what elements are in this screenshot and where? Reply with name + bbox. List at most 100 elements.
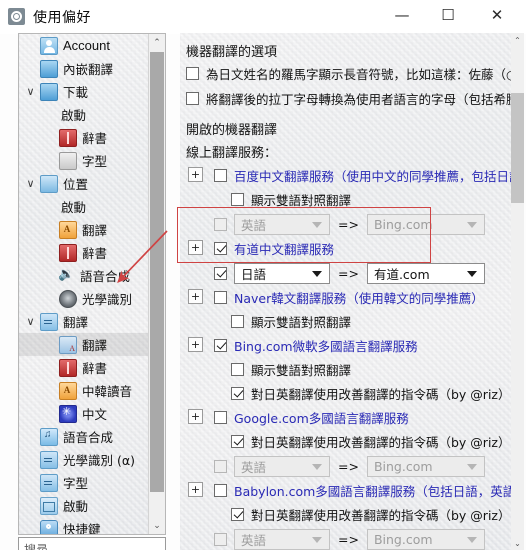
target-service-select[interactable]: Bing.com (366, 456, 485, 477)
sidebar-item-2[interactable]: ∨ 下載 (19, 80, 150, 103)
lang-pair-checkbox[interactable] (214, 533, 227, 546)
sidebar-item-3[interactable]: 啟動 (19, 103, 150, 126)
maximize-button[interactable]: ☐ (425, 0, 471, 31)
sidebar-item-11[interactable]: 光學識別 (19, 287, 150, 310)
expand-service-3[interactable]: + (188, 337, 203, 352)
source-language-select[interactable]: 英語 (234, 529, 330, 550)
checkbox-icon[interactable] (231, 363, 244, 376)
sidebar-item-21[interactable]: 快捷鍵 (19, 517, 150, 534)
service-3-bilingual[interactable]: 顯示雙語對照翻譯 (231, 360, 351, 379)
content-scrollbar-thumb[interactable] (511, 93, 524, 203)
checkbox-icon[interactable] (231, 508, 244, 521)
minimize-button[interactable]: — (379, 0, 425, 31)
service-0[interactable]: 百度中文翻譯服務（使用中文的同學推薦，包括日語，英 (214, 166, 512, 185)
content-scrollbar[interactable]: ⌃ ⌄ (511, 33, 524, 550)
service-0-bilingual[interactable]: 顯示雙語對照翻譯 (231, 190, 351, 209)
grid-icon (40, 473, 58, 492)
service-0-bilingual-label: 顯示雙語對照翻譯 (251, 193, 352, 208)
source-language-select[interactable]: 英語 (234, 456, 330, 477)
lang-pair-checkbox[interactable] (214, 460, 227, 473)
checkbox-icon[interactable] (231, 315, 244, 328)
expand-service-0[interactable]: + (188, 167, 203, 182)
service-3[interactable]: Bing.com微軟多國語言翻譯服務 (214, 336, 418, 355)
spacer-icon (40, 107, 56, 123)
target-service-select[interactable]: Bing.com (366, 529, 485, 550)
sidebar-item-13[interactable]: 翻譯 (19, 333, 150, 356)
sidebar-item-7[interactable]: 啟動 (19, 195, 150, 218)
checkbox-icon[interactable] (214, 339, 227, 352)
sidebar-item-18[interactable]: 光學識別 (α) (19, 448, 150, 471)
lang-pair-checkbox[interactable] (214, 267, 227, 280)
sidebar-item-20[interactable]: 啟動 (19, 494, 150, 517)
checkbox-icon[interactable] (214, 291, 227, 304)
checkbox-icon[interactable] (214, 242, 227, 255)
checkbox-icon[interactable] (186, 92, 199, 105)
sidebar-item-6[interactable]: ∨ 位置 (19, 172, 150, 195)
service-4[interactable]: Google.com多國語言翻譯服務 (214, 408, 409, 427)
service-3-riz-script-label: 對日英翻譯使用改善翻譯的指令碼（by @riz） (251, 387, 511, 402)
service-2-label: Naver韓文翻譯服務（使用韓文的同學推薦） (234, 291, 484, 306)
expand-service-2[interactable]: + (188, 289, 203, 304)
arrow-separator: => (338, 459, 359, 474)
book-icon (59, 358, 77, 377)
service-2-bilingual[interactable]: 顯示雙語對照翻譯 (231, 312, 351, 331)
service-4-riz-script[interactable]: 對日英翻譯使用改善翻譯的指令碼（by @riz） (231, 432, 510, 451)
trans-icon (59, 335, 77, 354)
target-service-select[interactable]: 有道.com (366, 263, 485, 284)
tree-scroll-down-icon[interactable]: ⌄ (149, 517, 165, 534)
expand-service-1[interactable]: + (188, 240, 203, 255)
tree-scrollbar-thumb[interactable] (150, 52, 164, 492)
checkbox-icon[interactable] (214, 169, 227, 182)
source-language-select[interactable]: 日語 (234, 263, 330, 284)
chevron-down-icon[interactable]: ∨ (25, 178, 36, 189)
sidebar-item-0[interactable]: Account (19, 34, 150, 57)
sidebar-item-9[interactable]: 辭書 (19, 241, 150, 264)
search-input[interactable]: 搜尋 (18, 537, 166, 550)
settings-tree-list[interactable]: Account內嵌翻譯∨下載啟動辭書字型∨位置啟動翻譯辭書語音合成光學識別∨翻譯… (19, 34, 150, 534)
music-icon (40, 427, 58, 446)
sidebar-item-15[interactable]: 中韓讀音 (19, 379, 150, 402)
checkbox-icon[interactable] (186, 67, 199, 80)
sidebar-item-17[interactable]: 語音合成 (19, 425, 150, 448)
tree-scrollbar[interactable]: ⌃ ⌄ (148, 34, 165, 534)
content-scroll-up-icon[interactable]: ⌃ (511, 33, 524, 47)
sidebar-item-label: 辭書 (82, 361, 108, 376)
sidebar-item-16[interactable]: 中文 (19, 402, 150, 425)
service-3-riz-script[interactable]: 對日英翻譯使用改善翻譯的指令碼（by @riz） (231, 384, 510, 403)
sidebar-item-label: 啟動 (61, 200, 87, 215)
service-1-label: 有道中文翻譯服務 (234, 242, 335, 257)
expand-service-4[interactable]: + (188, 409, 203, 424)
sidebar-item-14[interactable]: 辭書 (19, 356, 150, 379)
sidebar-item-12[interactable]: ∨ 翻譯 (19, 310, 150, 333)
close-button[interactable]: ✕ (474, 0, 520, 31)
sidebar-item-8[interactable]: 翻譯 (19, 218, 150, 241)
service-5[interactable]: Babylon.com多國語言翻譯服務（包括日語，英語，中文， (214, 481, 512, 500)
option-romaji-macron-label: 為日文姓名的羅馬字顯示長音符號，比如這樣：佐藤（○ Sat (206, 67, 512, 82)
sidebar-item-10[interactable]: 語音合成 (19, 264, 150, 287)
sidebar-item-4[interactable]: 辭書 (19, 126, 150, 149)
service-1[interactable]: 有道中文翻譯服務 (214, 239, 334, 258)
target-service-select[interactable]: Bing.com (366, 214, 485, 235)
sidebar-item-1[interactable]: 內嵌翻譯 (19, 57, 150, 80)
sidebar-item-5[interactable]: 字型 (19, 149, 150, 172)
option-latin-convert[interactable]: 將翻譯後的拉丁字母轉換為使用者語言的字母（包括希臘語， (186, 89, 512, 108)
checkbox-icon[interactable] (214, 411, 227, 424)
preferences-window: 使用偏好 — ☐ ✕ Account內嵌翻譯∨下載啟動辭書字型∨位置啟動翻譯辭書… (0, 0, 526, 550)
chevron-down-icon[interactable]: ∨ (25, 316, 36, 327)
source-language-select[interactable]: 英語 (234, 214, 330, 235)
sidebar-item-19[interactable]: 字型 (19, 471, 150, 494)
checkbox-icon[interactable] (214, 484, 227, 497)
chevron-down-icon[interactable]: ∨ (25, 86, 36, 97)
checkbox-icon[interactable] (231, 193, 244, 206)
sidebar-item-label: 翻譯 (82, 223, 108, 238)
service-5-riz-script[interactable]: 對日英翻譯使用改善翻譯的指令碼（by @riz） (231, 505, 510, 524)
service-2[interactable]: Naver韓文翻譯服務（使用韓文的同學推薦） (214, 288, 484, 307)
tree-scroll-up-icon[interactable]: ⌃ (149, 34, 165, 51)
lang-pair-checkbox[interactable] (214, 218, 227, 231)
checkbox-icon[interactable] (231, 387, 244, 400)
option-romaji-macron[interactable]: 為日文姓名的羅馬字顯示長音符號，比如這樣：佐藤（○ Sat (186, 64, 512, 83)
checkbox-icon[interactable] (231, 435, 244, 448)
expand-service-5[interactable]: + (188, 482, 203, 497)
close-icon: ✕ (490, 6, 504, 24)
content-scroll-down-icon[interactable]: ⌄ (511, 536, 524, 550)
